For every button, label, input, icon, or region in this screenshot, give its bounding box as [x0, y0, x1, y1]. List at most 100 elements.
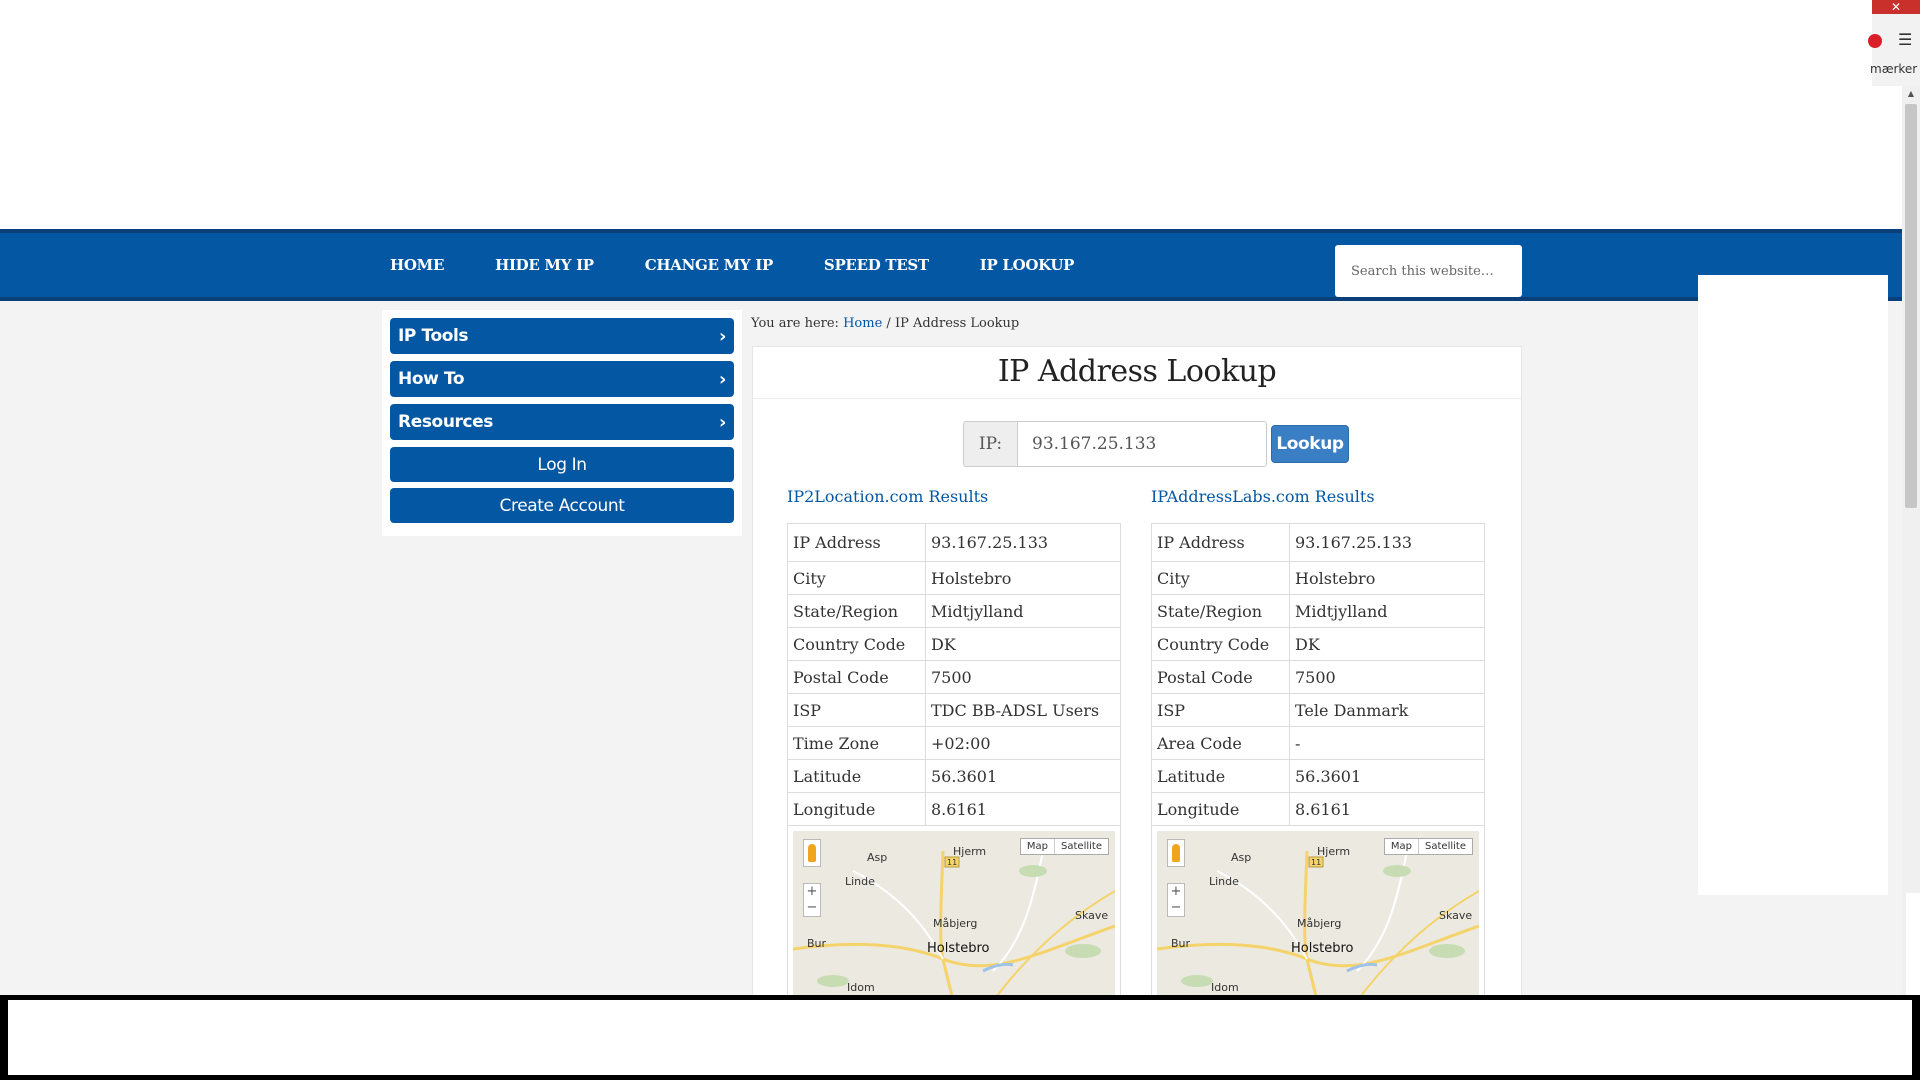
map-place-label: Idom: [847, 981, 875, 994]
map-place-label: Asp: [1231, 851, 1252, 864]
scrollbar-thumb[interactable]: [1905, 104, 1917, 508]
header-banner: [0, 0, 1872, 229]
row-key: ISP: [787, 693, 926, 727]
road-marker: 11: [1311, 858, 1322, 867]
row-key: City: [1151, 561, 1290, 595]
main-content: IP Address Lookup IP: Lookup IP2Location…: [752, 346, 1522, 1006]
ip2location-results: IP2Location.com Results IP Address 93.167…: [787, 487, 1121, 1006]
scroll-up-icon[interactable]: ▲: [1902, 86, 1920, 102]
row-value: 8.6161: [1289, 792, 1485, 826]
breadcrumb-separator: /: [886, 316, 891, 331]
map-place-label: Holstebro: [927, 941, 990, 956]
breadcrumb: You are here: Home / IP Address Lookup: [751, 316, 1019, 331]
row-value: Tele Danmark: [1289, 693, 1485, 727]
map-container: + − Map Satellite 11 Asp Hjerm Linde Måb…: [787, 826, 1121, 1006]
search-input[interactable]: [1351, 263, 1506, 279]
zoom-out-icon[interactable]: −: [804, 900, 820, 916]
map-place-label: Idom: [1211, 981, 1239, 994]
sidebar-item-ip-tools[interactable]: IP Tools ›: [390, 318, 734, 354]
row-key: State/Region: [787, 594, 926, 628]
ipaddresslabs-heading[interactable]: IPAddressLabs.com Results: [1151, 487, 1485, 513]
map[interactable]: + − Map Satellite 11 Asp Hjerm Linde Måb…: [1157, 831, 1479, 1001]
zoom-out-icon[interactable]: −: [1168, 900, 1184, 916]
browser-menu-icon[interactable]: ☰: [1898, 30, 1912, 49]
table-row: City Holstebro: [1151, 561, 1485, 595]
site-search: [1335, 245, 1522, 297]
row-key: City: [787, 561, 926, 595]
sidebar: IP Tools › How To › Resources › Log In C…: [382, 310, 742, 536]
lookup-form: IP: Lookup: [963, 421, 1349, 467]
map-zoom-control[interactable]: + −: [1167, 883, 1185, 917]
sidebar-item-label: Resources: [398, 412, 494, 432]
table-row: ISP TDC BB-ADSL Users: [787, 693, 1121, 727]
window-close-icon[interactable]: ✕: [1872, 0, 1920, 14]
main-navbar: HOME HIDE MY IP CHANGE MY IP SPEED TEST …: [0, 229, 1902, 301]
zoom-in-icon[interactable]: +: [1168, 884, 1184, 900]
table-row: City Holstebro: [787, 561, 1121, 595]
map-place-label: Linde: [1209, 875, 1239, 888]
login-button[interactable]: Log In: [390, 447, 734, 482]
map-zoom-control[interactable]: + −: [803, 883, 821, 917]
row-key: Country Code: [1151, 627, 1290, 661]
ipaddresslabs-results: IPAddressLabs.com Results IP Address 93.1…: [1151, 487, 1485, 1006]
map-place-label: Måbjerg: [1297, 917, 1342, 930]
lookup-button[interactable]: Lookup: [1271, 425, 1349, 463]
map-place-label: Bur: [807, 937, 827, 950]
breadcrumb-home-link[interactable]: Home: [843, 316, 882, 331]
row-key: Latitude: [1151, 759, 1290, 793]
nav-home[interactable]: HOME: [390, 256, 444, 274]
sidebar-item-label: IP Tools: [398, 326, 469, 346]
row-key: Country Code: [787, 627, 926, 661]
row-value: 56.3601: [925, 759, 1121, 793]
row-value: Holstebro: [925, 561, 1121, 595]
row-value: TDC BB-ADSL Users: [925, 693, 1121, 727]
row-key: State/Region: [1151, 594, 1290, 628]
map-type-map-button[interactable]: Map: [1385, 839, 1420, 854]
row-key: ISP: [1151, 693, 1290, 727]
table-row: State/Region Midtjylland: [787, 594, 1121, 628]
sidebar-item-resources[interactable]: Resources ›: [390, 404, 734, 440]
row-value: +02:00: [925, 726, 1121, 760]
map-container: + − Map Satellite 11 Asp Hjerm Linde Måb…: [1151, 826, 1485, 1006]
table-row: Country Code DK: [1151, 627, 1485, 661]
map-type-satellite-button[interactable]: Satellite: [1055, 839, 1108, 854]
row-key: IP Address: [787, 523, 926, 562]
row-key: Postal Code: [1151, 660, 1290, 694]
zoom-in-icon[interactable]: +: [804, 884, 820, 900]
map-type-control: Map Satellite: [1383, 838, 1473, 855]
row-key: Longitude: [787, 792, 926, 826]
bookmarks-label[interactable]: mærker: [1870, 62, 1917, 76]
map[interactable]: + − Map Satellite 11 Asp Hjerm Linde Måb…: [793, 831, 1115, 1001]
map-type-map-button[interactable]: Map: [1021, 839, 1056, 854]
extension-icon[interactable]: [1868, 34, 1882, 48]
sidebar-item-how-to[interactable]: How To ›: [390, 361, 734, 397]
table-row: Postal Code 7500: [787, 660, 1121, 694]
row-value: 7500: [925, 660, 1121, 694]
table-row: Latitude 56.3601: [787, 759, 1121, 793]
create-account-button[interactable]: Create Account: [390, 488, 734, 523]
row-key: Longitude: [1151, 792, 1290, 826]
table-row: IP Address 93.167.25.133: [1151, 523, 1485, 562]
chevron-right-icon: ›: [718, 325, 726, 347]
ip2location-table: IP Address 93.167.25.133 City Holstebro Stat…: [787, 523, 1121, 826]
road-marker: 11: [947, 858, 958, 867]
ip-input[interactable]: [1017, 421, 1267, 467]
map-place-label: Bur: [1171, 937, 1191, 950]
row-key: IP Address: [1151, 523, 1290, 562]
chevron-right-icon: ›: [718, 411, 726, 433]
nav-change-my-ip[interactable]: CHANGE MY IP: [645, 256, 773, 274]
map-place-label: Skave: [1075, 909, 1109, 922]
ip2location-heading[interactable]: IP2Location.com Results: [787, 487, 1121, 513]
row-key: Time Zone: [787, 726, 926, 760]
map-place-label: Holstebro: [1291, 941, 1354, 956]
nav-hide-my-ip[interactable]: HIDE MY IP: [495, 256, 594, 274]
breadcrumb-current: IP Address Lookup: [894, 316, 1020, 331]
page-title: IP Address Lookup: [753, 347, 1521, 399]
row-key: Postal Code: [787, 660, 926, 694]
map-type-satellite-button[interactable]: Satellite: [1419, 839, 1472, 854]
nav-speed-test[interactable]: SPEED TEST: [824, 256, 929, 274]
street-view-pegman-icon[interactable]: [1167, 839, 1185, 867]
row-value: 7500: [1289, 660, 1485, 694]
street-view-pegman-icon[interactable]: [803, 839, 821, 867]
nav-ip-lookup[interactable]: IP LOOKUP: [980, 256, 1075, 274]
